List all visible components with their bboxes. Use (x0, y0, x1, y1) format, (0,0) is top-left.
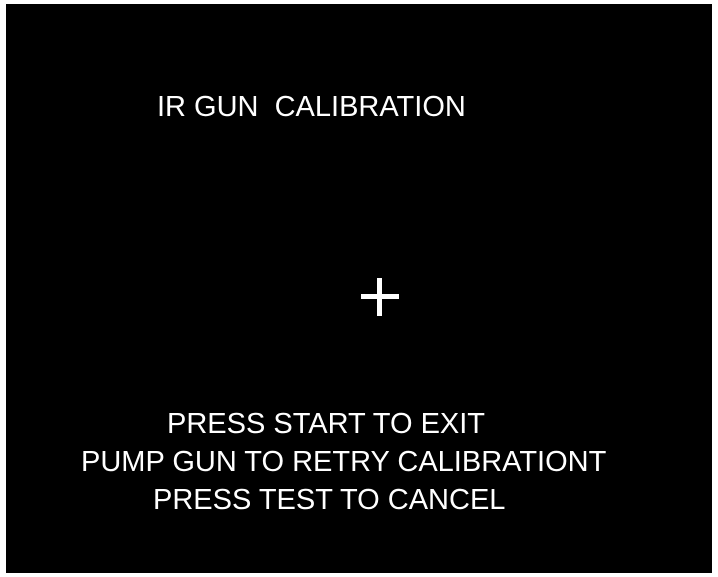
instruction-cancel: PRESS TEST TO CANCEL (153, 484, 506, 516)
crosshair-vertical-bar (377, 278, 382, 316)
instruction-retry: PUMP GUN TO RETRY CALIBRATIONT (81, 446, 607, 478)
instruction-exit: PRESS START TO EXIT (167, 408, 486, 440)
crosshair-icon[interactable] (361, 278, 399, 316)
calibration-screen: IR GUN CALIBRATION PRESS START TO EXIT P… (6, 4, 712, 573)
screen-title: IR GUN CALIBRATION (157, 91, 466, 123)
